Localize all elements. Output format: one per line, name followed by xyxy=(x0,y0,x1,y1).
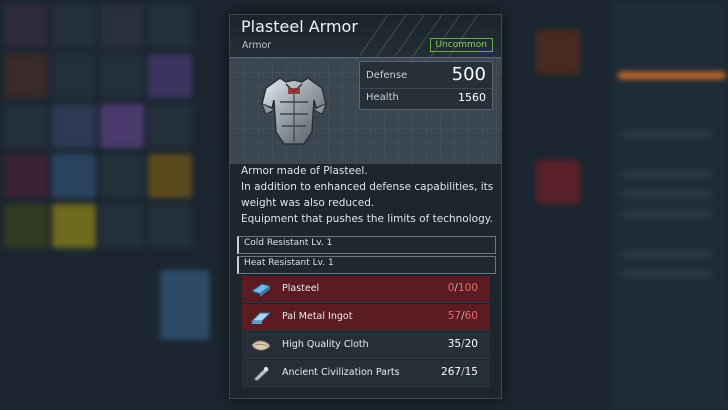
effect-cold-resistant: Cold Resistant Lv. 1 xyxy=(237,236,496,254)
material-row: Ancient Civilization Parts 267/15 xyxy=(242,360,490,387)
material-have: 35 xyxy=(447,338,462,350)
item-title: Plasteel Armor xyxy=(241,17,358,36)
cloth-icon xyxy=(251,340,271,351)
description-line: In addition to enhanced defense capabili… xyxy=(241,181,494,193)
ancient-parts-icon xyxy=(253,366,270,381)
material-need: 100 xyxy=(457,282,478,294)
effect-heat-resistant: Heat Resistant Lv. 1 xyxy=(237,256,496,274)
material-need: 15 xyxy=(464,366,478,378)
description-line: Equipment that pushes the limits of tech… xyxy=(241,213,493,225)
stats-box: Defense 500 Health 1560 xyxy=(359,61,493,110)
material-row: Pal Metal Ingot 57/60 xyxy=(242,304,490,331)
material-row: Plasteel 0/100 xyxy=(242,276,490,303)
health-label: Health xyxy=(366,92,399,103)
item-preview: Defense 500 Health 1560 xyxy=(230,58,501,164)
material-name: Ancient Civilization Parts xyxy=(282,367,400,378)
material-have: 267 xyxy=(441,366,462,378)
material-name: Plasteel xyxy=(282,283,320,294)
material-name: Pal Metal Ingot xyxy=(282,311,353,322)
armor-icon xyxy=(261,77,327,145)
rarity-badge: Uncommon xyxy=(429,38,493,52)
material-need: 60 xyxy=(464,310,478,322)
description-line: weight was also reduced. xyxy=(241,197,375,209)
material-count: 0/100 xyxy=(447,282,478,294)
material-name: High Quality Cloth xyxy=(282,339,369,350)
effect-label: Cold Resistant Lv. 1 xyxy=(244,238,333,248)
material-count: 35/20 xyxy=(447,338,478,350)
defense-value: 500 xyxy=(451,64,486,85)
effect-label: Heat Resistant Lv. 1 xyxy=(244,258,334,268)
material-have: 57 xyxy=(447,310,462,322)
plasteel-icon xyxy=(250,283,272,297)
material-count: 267/15 xyxy=(441,366,478,378)
description-line: Armor made of Plasteel. xyxy=(241,165,368,177)
item-category: Armor xyxy=(242,40,272,51)
health-value: 1560 xyxy=(458,91,486,104)
material-count: 57/60 xyxy=(447,310,478,322)
tooltip-header: Plasteel Armor Armor Uncommon xyxy=(230,15,501,58)
item-description: Armor made of Plasteel. In addition to e… xyxy=(241,163,496,227)
defense-label: Defense xyxy=(366,70,408,81)
material-row: High Quality Cloth 35/20 xyxy=(242,332,490,359)
item-tooltip-card: Plasteel Armor Armor Uncommon Defense 50… xyxy=(229,14,502,399)
pal-metal-ingot-icon xyxy=(250,312,272,324)
material-need: 20 xyxy=(464,338,478,350)
